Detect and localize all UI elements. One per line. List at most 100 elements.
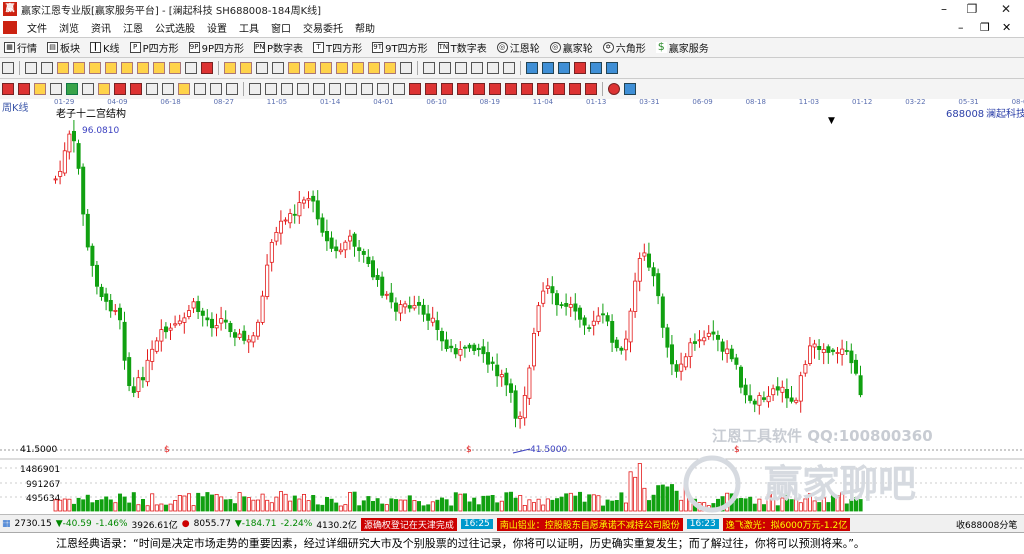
square-icon[interactable] — [146, 83, 158, 95]
maximize-button[interactable]: ❐ — [956, 0, 988, 18]
bar-fit-icon[interactable] — [89, 62, 101, 74]
pct9-icon[interactable] — [537, 83, 549, 95]
target-icon[interactable] — [114, 83, 126, 95]
child-maximize-button[interactable]: ❐ — [980, 18, 990, 37]
toolbar-kline[interactable]: ┃ K线 — [86, 40, 120, 55]
child-minimize-button[interactable]: – — [958, 18, 964, 37]
bar-up-icon[interactable] — [57, 62, 69, 74]
toolbar-t-table[interactable]: TN T数字表 — [434, 40, 487, 55]
first-icon[interactable] — [224, 62, 236, 74]
hash2-icon[interactable] — [226, 83, 238, 95]
diamond2-icon[interactable] — [304, 62, 316, 74]
menu-settings[interactable]: 设置 — [201, 20, 233, 35]
bar-shrink-icon[interactable] — [153, 62, 165, 74]
wave1-icon[interactable] — [249, 83, 261, 95]
diamond7-icon[interactable] — [384, 62, 396, 74]
menu-file[interactable]: 文件 — [21, 20, 53, 35]
diamond6-icon[interactable] — [368, 62, 380, 74]
pen-icon[interactable] — [487, 62, 499, 74]
pct5-icon[interactable] — [473, 83, 485, 95]
arrow-icon[interactable] — [50, 83, 62, 95]
menu-help[interactable]: 帮助 — [349, 20, 381, 35]
close-button[interactable]: ✕ — [990, 0, 1022, 18]
copy-icon[interactable] — [41, 62, 53, 74]
toolbar-p-table[interactable]: PN P数字表 — [250, 40, 303, 55]
diamond5-icon[interactable] — [352, 62, 364, 74]
menu-browse[interactable]: 浏览 — [53, 20, 85, 35]
pct6-icon[interactable] — [489, 83, 501, 95]
flag-icon[interactable] — [201, 62, 213, 74]
toolbar-service[interactable]: $ 赢家服务 — [652, 40, 709, 55]
target2-icon[interactable] — [130, 83, 142, 95]
toolbar-winner-wheel[interactable]: ◎ 赢家轮 — [546, 40, 593, 55]
diamond1-icon[interactable] — [288, 62, 300, 74]
wave5-icon[interactable] — [313, 83, 325, 95]
menu-formula[interactable]: 公式选股 — [149, 20, 201, 35]
diamond4-icon[interactable] — [336, 62, 348, 74]
period-label[interactable]: 周K线 — [2, 101, 29, 114]
toolbar-sectors[interactable]: ▤ 板块 — [43, 40, 80, 55]
period-icon[interactable] — [185, 62, 197, 74]
line-icon[interactable] — [455, 62, 467, 74]
pct8-icon[interactable] — [521, 83, 533, 95]
last-icon[interactable] — [240, 62, 252, 74]
menu-news[interactable]: 资讯 — [85, 20, 117, 35]
infinity-icon[interactable] — [624, 83, 636, 95]
news-ticker-2[interactable]: 南山铝业：控股股东自愿承诺不减持公司股份 — [496, 517, 683, 531]
pct2-icon[interactable] — [425, 83, 437, 95]
gift-icon[interactable] — [471, 62, 483, 74]
ray-icon[interactable] — [503, 62, 515, 74]
save-icon[interactable] — [558, 62, 570, 74]
toolbar-hexagon[interactable]: ✡ 六角形 — [599, 40, 646, 55]
bar-zoom-icon[interactable] — [137, 62, 149, 74]
tick-detail-link[interactable]: 收688008分笔 — [956, 518, 1017, 531]
bar-expand-icon[interactable] — [169, 62, 181, 74]
prev-icon[interactable] — [256, 62, 268, 74]
grid2-icon[interactable] — [210, 83, 222, 95]
star-icon[interactable] — [82, 83, 94, 95]
pct10-icon[interactable] — [553, 83, 565, 95]
pct12-icon[interactable] — [585, 83, 597, 95]
shield-icon[interactable] — [162, 83, 174, 95]
link-icon[interactable] — [606, 62, 618, 74]
bar-left-icon[interactable] — [105, 62, 117, 74]
wave9-icon[interactable] — [377, 83, 389, 95]
toolbar-t-square[interactable]: T T四方形 — [309, 40, 362, 55]
news-ticker-1[interactable]: 源确权登记在天津完成 — [360, 517, 457, 531]
cursor-icon[interactable] — [25, 62, 37, 74]
grid-icon[interactable]: ▦ — [2, 519, 11, 529]
child-close-button[interactable]: ✕ — [1002, 18, 1011, 37]
circle-icon[interactable] — [34, 83, 46, 95]
chevron-down-icon[interactable]: ▼ — [828, 116, 835, 126]
mail-icon[interactable] — [590, 62, 602, 74]
pct4-icon[interactable] — [457, 83, 469, 95]
hand-icon[interactable] — [423, 62, 435, 74]
sun-icon[interactable] — [18, 83, 30, 95]
color-wheel-icon[interactable] — [608, 83, 620, 95]
toolbar-quotes[interactable]: ▦ 行情 — [0, 40, 37, 55]
vertical-icon[interactable] — [194, 83, 206, 95]
menu-gann[interactable]: 江恩 — [117, 20, 149, 35]
toolbar-gann-wheel[interactable]: ◎ 江恩轮 — [493, 40, 540, 55]
pct11-icon[interactable] — [569, 83, 581, 95]
pct7-icon[interactable] — [505, 83, 517, 95]
wave6-icon[interactable] — [329, 83, 341, 95]
crosshair-icon[interactable] — [439, 62, 451, 74]
wave10-icon[interactable] — [393, 83, 405, 95]
wave7-icon[interactable] — [345, 83, 357, 95]
kline-chart[interactable]: 01-29 04-09 06-18 08-27 11-05 01-14 04-01 06-10… — [0, 98, 1024, 514]
sector-icon[interactable] — [66, 83, 78, 95]
menu-trade[interactable]: 交易委托 — [297, 20, 349, 35]
menu-tools[interactable]: 工具 — [233, 20, 265, 35]
hash-icon[interactable] — [400, 62, 412, 74]
calendar-icon[interactable] — [2, 62, 14, 74]
pct3-icon[interactable] — [441, 83, 453, 95]
pct1-icon[interactable] — [409, 83, 421, 95]
chart-icon[interactable] — [526, 62, 538, 74]
menu-window[interactable]: 窗口 — [265, 20, 297, 35]
bar-right-icon[interactable] — [121, 62, 133, 74]
wave4-icon[interactable] — [297, 83, 309, 95]
stock-icon[interactable] — [2, 83, 14, 95]
sun2-icon[interactable] — [98, 83, 110, 95]
stop-icon[interactable] — [574, 62, 586, 74]
